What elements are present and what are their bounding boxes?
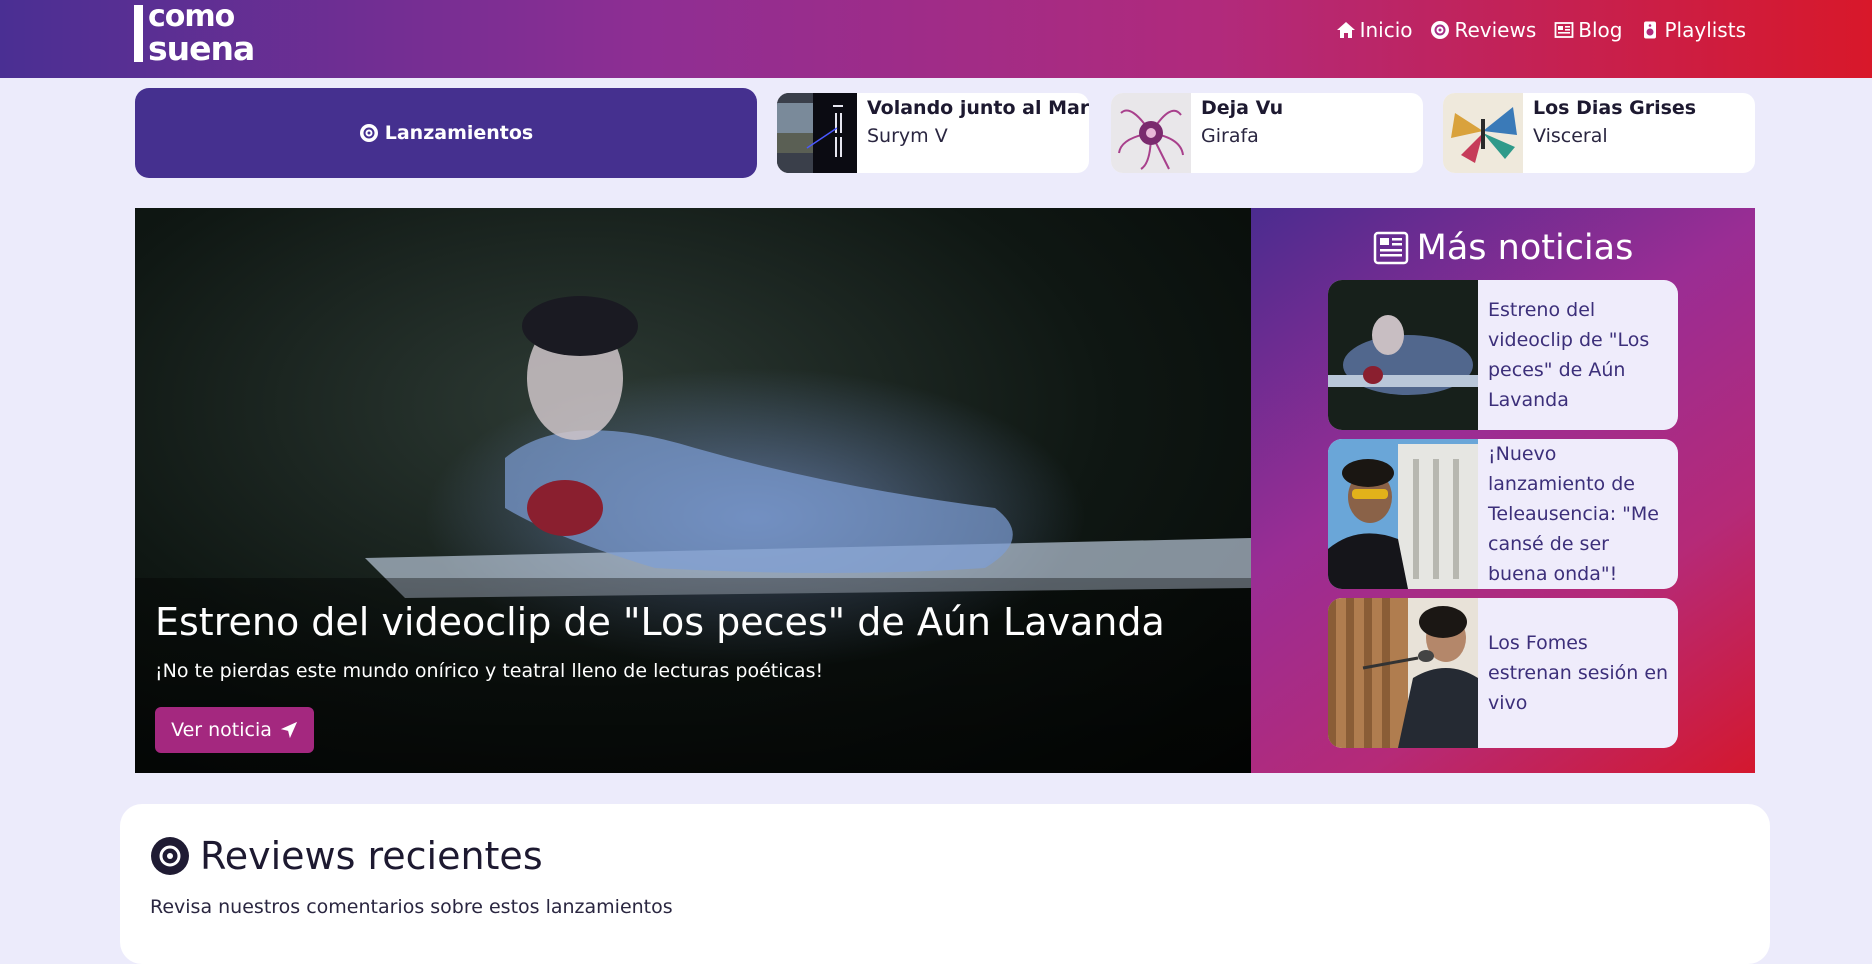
newspaper-icon [1373,231,1408,265]
nav-item-inicio[interactable]: Inicio [1336,18,1413,42]
recent-reviews-title: Reviews recientes [200,834,543,878]
ver-noticia-label: Ver noticia [171,719,272,741]
featured-news[interactable]: Estreno del videoclip de "Los peces" de … [135,208,1251,773]
recent-reviews-heading: Reviews recientes [150,834,543,878]
send-arrow-icon [280,721,298,739]
nav-item-label: Reviews [1454,18,1537,42]
release-artist: Surym V [867,125,948,147]
lanzamientos-label: Lanzamientos [384,122,534,144]
newspaper-icon [1554,22,1574,38]
vinyl-icon [151,837,189,875]
news-card-text: Los Fomes estrenan sesión en vivo [1488,632,1669,714]
release-title: Los Dias Grises [1533,97,1697,119]
recent-reviews-section: Reviews recientes Revisa nuestros coment… [120,804,1770,964]
release-artist: Girafa [1201,125,1259,147]
vinyl-icon [359,124,378,142]
album-cover [1443,93,1523,173]
logo-bar [134,5,143,62]
news-thumbnail [1328,598,1478,748]
speaker-icon [1644,21,1657,39]
site-logo[interactable]: como suena [134,0,274,68]
album-cover [1111,93,1191,173]
news-card-text: Estreno del videoclip de "Los peces" de … [1488,299,1650,411]
release-card[interactable]: Los Dias Grises Visceral [1443,93,1755,173]
logo-line-2: suena [148,29,255,68]
ver-noticia-button[interactable]: Ver noticia [155,707,314,753]
news-thumbnail [1328,439,1478,589]
news-card-text: ¡Nuevo lanzamiento de Teleausencia: "Me … [1488,443,1659,585]
nav-item-playlists[interactable]: Playlists [1640,18,1746,42]
featured-news-subtitle: ¡No te pierdas este mundo onírico y teat… [155,660,824,682]
vinyl-icon [1431,21,1450,39]
recent-reviews-subtitle: Revisa nuestros comentarios sobre estos … [150,896,673,918]
album-cover [777,93,857,173]
lanzamientos-button[interactable]: Lanzamientos [135,88,757,178]
release-card[interactable]: Volando junto al Mar Surym V [777,93,1089,173]
nav-item-label: Playlists [1664,18,1746,42]
news-thumbnail [1328,280,1478,430]
release-title: Volando junto al Mar [867,97,1089,119]
nav-item-reviews[interactable]: Reviews [1430,18,1536,42]
release-artist: Visceral [1533,125,1608,147]
more-news-panel: Más noticias Estreno del videoclip de "L… [1251,208,1755,773]
news-card[interactable]: ¡Nuevo lanzamiento de Teleausencia: "Me … [1328,439,1678,589]
site-header: como suena Inicio Reviews Blog Playlists [0,0,1872,78]
nav-item-label: Inicio [1359,18,1413,42]
release-card[interactable]: Deja Vu Girafa [1111,93,1423,173]
news-card[interactable]: Estreno del videoclip de "Los peces" de … [1328,280,1678,430]
more-news-title: Más noticias [1416,228,1634,268]
nav-item-blog[interactable]: Blog [1554,18,1622,42]
news-card[interactable]: Los Fomes estrenan sesión en vivo [1328,598,1678,748]
release-title: Deja Vu [1201,97,1284,119]
home-icon [1336,22,1355,38]
more-news-heading: Más noticias [1251,228,1755,268]
main-nav: Inicio Reviews Blog Playlists [1336,18,1746,42]
nav-item-label: Blog [1578,18,1623,42]
featured-news-title: Estreno del videoclip de "Los peces" de … [155,600,1165,644]
